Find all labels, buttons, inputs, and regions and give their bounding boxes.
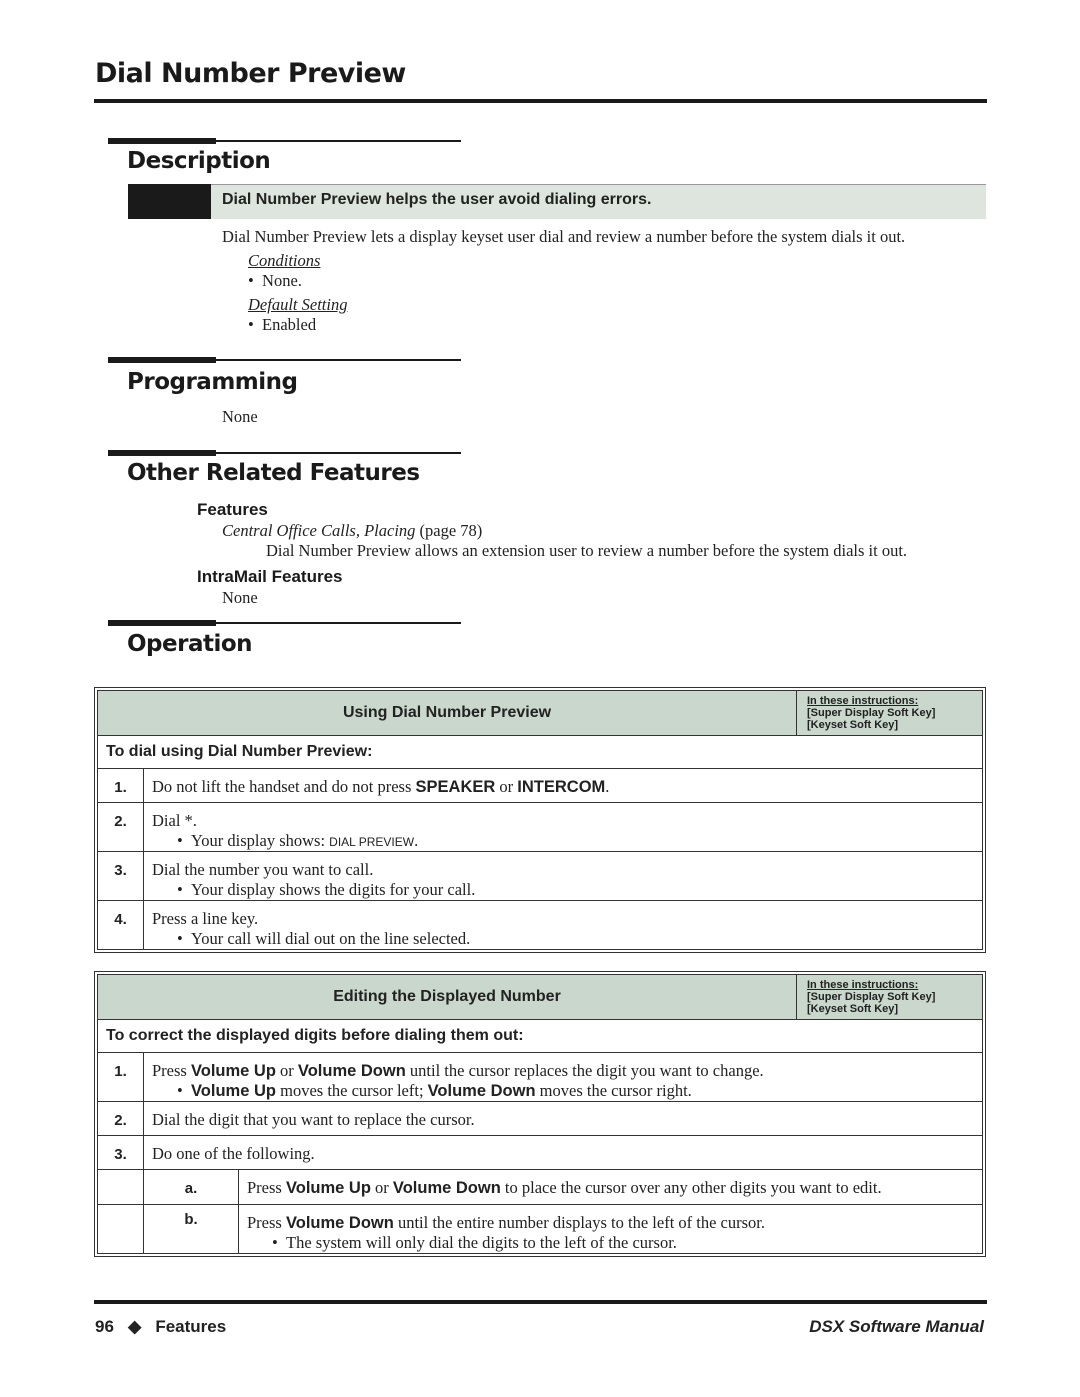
- feature-reference: Central Office Calls, Placing (page 78): [222, 521, 483, 540]
- table-intro: To correct the displayed digits before d…: [97, 1019, 983, 1052]
- page-number: 96: [95, 1317, 114, 1336]
- table-row: 1. Do not lift the handset and do not pre…: [97, 768, 983, 802]
- footer-section: Features: [155, 1317, 227, 1336]
- table-subrow: b. Press Volume Down until the entire num…: [97, 1204, 983, 1254]
- table-row: 1. Press Volume Up or Volume Down until t…: [97, 1052, 983, 1101]
- key-legend: In these instructions: [Super Display Sof…: [796, 690, 983, 735]
- table-title: Using Dial Number Preview: [97, 690, 796, 735]
- table-title: Editing the Displayed Number: [97, 974, 796, 1019]
- footer-manual-title: DSX Software Manual: [809, 1317, 984, 1336]
- programming-heading: Programming: [127, 369, 298, 395]
- description-text: Dial Number Preview lets a display keyse…: [222, 227, 906, 246]
- section-rule: [108, 450, 461, 456]
- feature-link[interactable]: Central Office Calls, Placing: [222, 521, 415, 540]
- diamond-icon: ◆: [128, 1317, 142, 1336]
- table-row: 3. Dial the number you want to call. • You…: [97, 851, 983, 900]
- table-subrow: a. Press Volume Up or Volume Down to plac…: [97, 1169, 983, 1204]
- operation-table-dial: Using Dial Number Preview In these instru…: [94, 687, 986, 953]
- related-heading: Other Related Features: [127, 460, 420, 486]
- operation-heading: Operation: [127, 631, 253, 657]
- intramail-text: None: [222, 588, 258, 607]
- footer-rule: [94, 1300, 987, 1304]
- table-row: 3. Do one of the following.: [97, 1135, 983, 1169]
- operation-table-edit: Editing the Displayed Number In these ins…: [94, 971, 986, 1257]
- footer-left: 96 ◆ Features: [95, 1317, 226, 1337]
- features-label: Features: [197, 500, 268, 519]
- default-label: Default Setting: [248, 295, 348, 314]
- title-rule: [94, 99, 987, 103]
- manual-page: Dial Number Preview Description Dial Num…: [0, 0, 1080, 1397]
- conditions-label: Conditions: [248, 251, 321, 270]
- section-rule: [108, 620, 461, 626]
- table-intro: To dial using Dial Number Preview:: [97, 735, 983, 768]
- page-title: Dial Number Preview: [95, 58, 406, 89]
- feature-description: Dial Number Preview allows an extension …: [266, 541, 908, 560]
- default-item: • Enabled: [248, 315, 317, 334]
- intramail-label: IntraMail Features: [197, 567, 343, 586]
- table-row: 2. Dial the digit that you want to replac…: [97, 1101, 983, 1135]
- key-legend: In these instructions: [Super Display Sof…: [796, 974, 983, 1019]
- condition-item: • None.: [248, 271, 302, 290]
- table-row: 2. Dial *. • Your display shows: DIAL PREV…: [97, 802, 983, 851]
- section-rule: [108, 357, 461, 363]
- programming-text: None: [222, 407, 258, 426]
- description-heading: Description: [127, 148, 271, 174]
- section-rule: [108, 138, 461, 144]
- summary-block: [128, 184, 211, 219]
- summary-banner: Dial Number Preview helps the user avoid…: [211, 184, 986, 219]
- table-row: 4. Press a line key. • Your call will dial…: [97, 900, 983, 950]
